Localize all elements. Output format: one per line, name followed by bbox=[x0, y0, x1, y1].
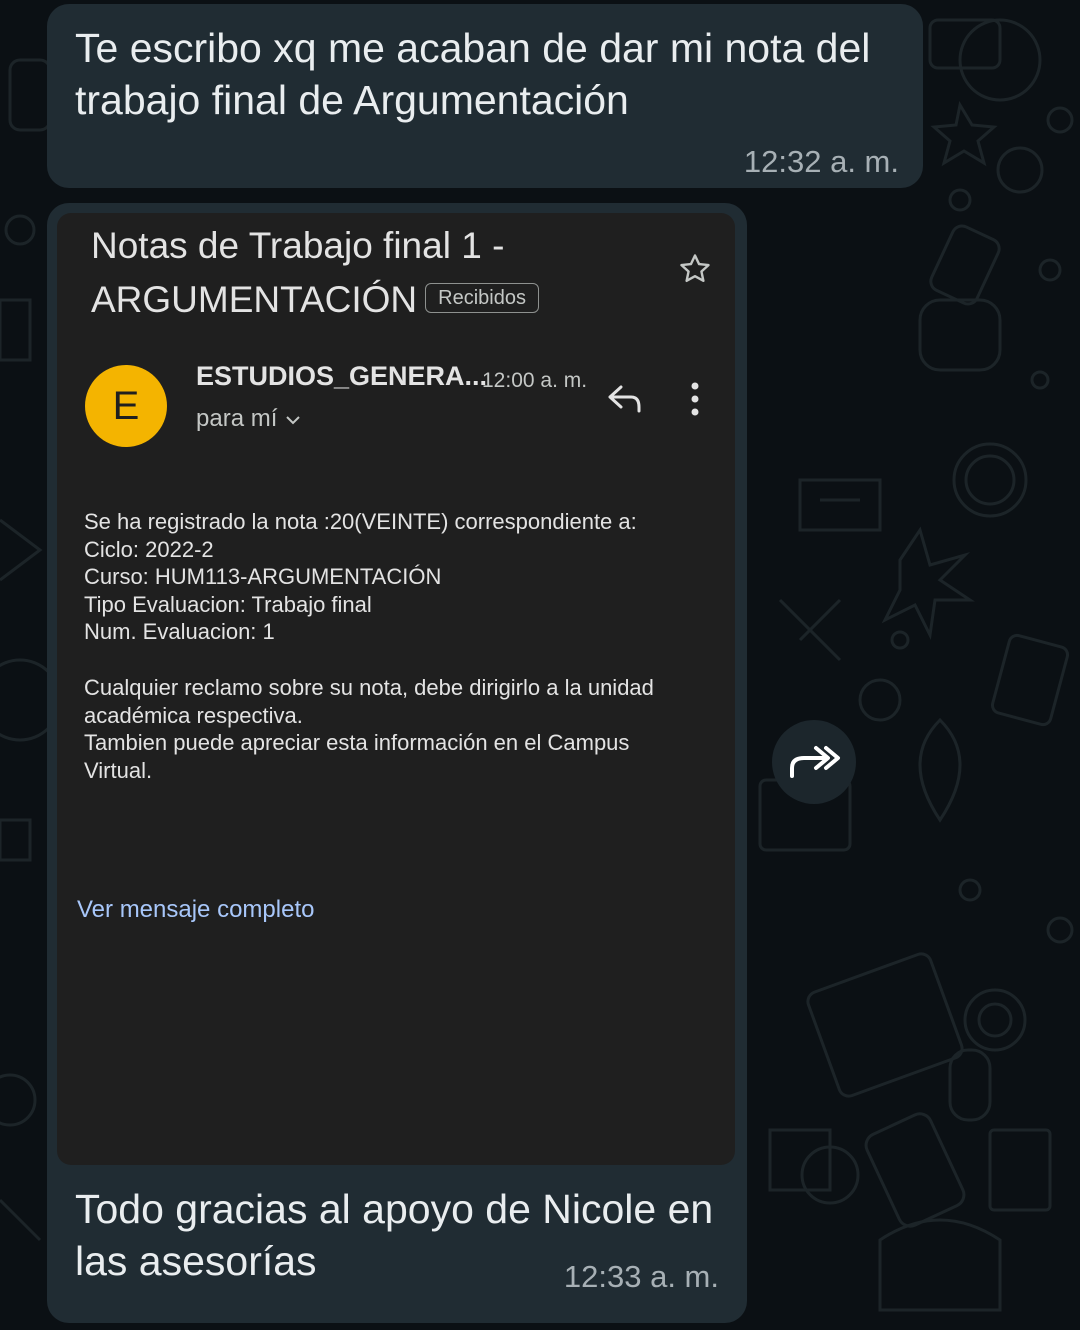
image-message-bubble[interactable]: Notas de Trabajo final 1 - ARGUMENTACIÓN… bbox=[47, 203, 747, 1323]
email-body-line: Tipo Evaluacion: Trabajo final bbox=[84, 591, 372, 617]
message-time: 12:33 a. m. bbox=[563, 1259, 719, 1294]
email-body-line: Virtual. bbox=[84, 757, 153, 783]
email-subject: Notas de Trabajo final 1 - ARGUMENTACIÓN… bbox=[91, 219, 651, 327]
sender-name: ESTUDIOS_GENERA... bbox=[196, 361, 488, 391]
email-screenshot-image[interactable]: Notas de Trabajo final 1 - ARGUMENTACIÓN… bbox=[57, 213, 735, 1165]
forward-icon bbox=[790, 746, 840, 778]
email-body-line: académica respectiva. bbox=[84, 702, 303, 728]
email-body-line: Curso: HUM113-ARGUMENTACIÓN bbox=[84, 564, 442, 590]
incoming-message-bubble[interactable]: Te escribo xq me acaban de dar mi nota d… bbox=[47, 4, 923, 188]
email-body: Se ha registrado la nota :20(VEINTE) cor… bbox=[84, 508, 714, 784]
forward-button[interactable] bbox=[772, 720, 856, 804]
inbox-label-badge: Recibidos bbox=[425, 283, 539, 314]
recipient-line: para mí bbox=[196, 405, 301, 433]
message-time: 12:32 a. m. bbox=[743, 144, 899, 179]
sender-avatar: E bbox=[85, 365, 167, 447]
more-vert-icon bbox=[691, 382, 699, 416]
message-text: Te escribo xq me acaban de dar mi nota d… bbox=[75, 25, 871, 123]
email-sent-time: 12:00 a. m. bbox=[482, 369, 588, 392]
reply-icon bbox=[608, 385, 641, 413]
star-icon bbox=[680, 254, 710, 283]
email-body-line: Ciclo: 2022-2 bbox=[84, 536, 214, 562]
view-full-message-link: Ver mensaje completo bbox=[77, 896, 315, 923]
recipient-text: para mí bbox=[196, 405, 278, 432]
email-body-line: Se ha registrado la nota :20(VEINTE) cor… bbox=[84, 509, 637, 534]
email-body-line: Num. Evaluacion: 1 bbox=[84, 619, 275, 645]
email-body-line: Cualquier reclamo sobre su nota, debe di… bbox=[84, 674, 654, 700]
email-body-line: Tambien puede apreciar esta información … bbox=[84, 730, 630, 756]
chevron-down-icon bbox=[286, 415, 301, 425]
